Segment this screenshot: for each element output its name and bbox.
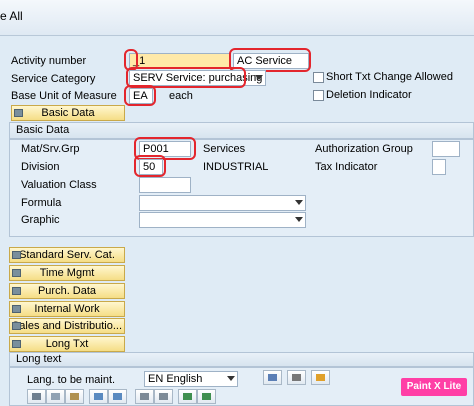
division-label: Division (21, 161, 60, 173)
find-next-button[interactable] (154, 389, 173, 404)
valuation-class-label: Valuation Class (21, 179, 97, 191)
tab-label: Time Mgmt (39, 267, 95, 279)
tax-indicator-field[interactable] (432, 159, 446, 175)
tab-time-mgmt[interactable]: Time Mgmt (9, 265, 125, 281)
authorization-group-field[interactable] (432, 141, 460, 157)
download-icon (202, 393, 211, 400)
short-txt-change-checkbox[interactable] (313, 72, 324, 83)
tab-long-txt[interactable]: Long Txt (9, 336, 125, 352)
folder-icon (12, 287, 21, 295)
tab-purch-data[interactable]: Purch. Data (9, 283, 125, 299)
find-icon (140, 393, 149, 400)
tab-label: Internal Work (34, 303, 100, 315)
paste-button[interactable] (65, 389, 84, 404)
undo-icon (94, 393, 103, 400)
tab-standard-serv-cat[interactable]: Standard Serv. Cat. (9, 247, 125, 263)
title-bar: e All (0, 0, 474, 36)
download-button[interactable] (197, 389, 216, 404)
undo-button[interactable] (89, 389, 108, 404)
deletion-indicator-label: Deletion Indicator (326, 89, 412, 101)
basic-data-button-label: Basic Data (41, 107, 95, 119)
editor-icon (316, 374, 325, 381)
folder-icon (12, 251, 21, 259)
lang-to-be-maint-label: Lang. to be maint. (27, 374, 116, 386)
division-text: INDUSTRIAL (203, 161, 269, 173)
watermark-logo: Paint X Lite (401, 378, 467, 396)
basic-data-group-title: Basic Data (16, 124, 70, 136)
chevron-down-icon (295, 217, 303, 222)
language-dropdown[interactable]: EN English (144, 371, 238, 387)
copy-icon (51, 393, 60, 400)
deletion-indicator-checkbox[interactable] (313, 90, 324, 101)
redo-icon (113, 393, 122, 400)
tab-label: Long Txt (45, 338, 89, 350)
folder-icon (12, 340, 21, 348)
folder-icon (12, 322, 21, 330)
highlight-division (134, 155, 166, 177)
tax-indicator-label: Tax Indicator (315, 161, 378, 173)
highlight-base-unit (124, 85, 156, 106)
base-unit-text: each (169, 90, 193, 102)
text-editor-button[interactable] (311, 370, 330, 385)
basic-data-group-header: Basic Data (9, 122, 474, 139)
watermark-text: Paint X Lite (406, 381, 462, 392)
formula-label: Formula (21, 197, 62, 209)
long-text-group-header: Long text (9, 352, 474, 367)
mat-srv-grp-text: Services (203, 143, 246, 155)
service-category-label: Service Category (11, 73, 96, 85)
folder-icon (12, 305, 21, 313)
tab-label: Standard Serv. Cat. (19, 249, 115, 261)
find-button[interactable] (135, 389, 154, 404)
folder-icon (12, 269, 21, 277)
language-value: EN English (148, 373, 203, 385)
chevron-down-icon (255, 75, 263, 80)
edit-text-button[interactable] (263, 370, 282, 385)
delete-text-button[interactable] (287, 370, 306, 385)
copy-button[interactable] (46, 389, 65, 404)
tab-sales-and-distribution[interactable]: Sales and Distributio... (9, 318, 125, 334)
valuation-class-field[interactable] (139, 177, 191, 193)
short-txt-change-label: Short Txt Change Allowed (326, 71, 453, 83)
mat-srv-grp-label: Mat/Srv.Grp (21, 143, 80, 155)
scissors-icon (32, 393, 41, 400)
tab-internal-work[interactable]: Internal Work (9, 301, 125, 317)
upload-button[interactable] (178, 389, 197, 404)
tab-label: Sales and Distributio... (11, 320, 123, 332)
folder-icon (14, 109, 23, 117)
chevron-down-icon (295, 200, 303, 205)
paste-icon (70, 393, 79, 400)
base-unit-label: Base Unit of Measure (11, 90, 117, 102)
trash-icon (292, 374, 301, 381)
graphic-dropdown[interactable] (139, 212, 306, 228)
activity-number-label: Activity number (11, 55, 87, 67)
tab-label: Purch. Data (37, 285, 97, 297)
window-title: e All (0, 9, 23, 23)
find-next-icon (159, 393, 168, 400)
cut-button[interactable] (27, 389, 46, 404)
formula-dropdown[interactable] (139, 195, 306, 211)
chevron-down-icon (227, 376, 235, 381)
authorization-group-label: Authorization Group (315, 143, 413, 155)
long-text-title: Long text (16, 353, 62, 365)
pencil-icon (268, 374, 277, 381)
graphic-label: Graphic (21, 214, 60, 226)
redo-button[interactable] (108, 389, 127, 404)
upload-icon (183, 393, 192, 400)
basic-data-button[interactable]: Basic Data (11, 105, 125, 121)
